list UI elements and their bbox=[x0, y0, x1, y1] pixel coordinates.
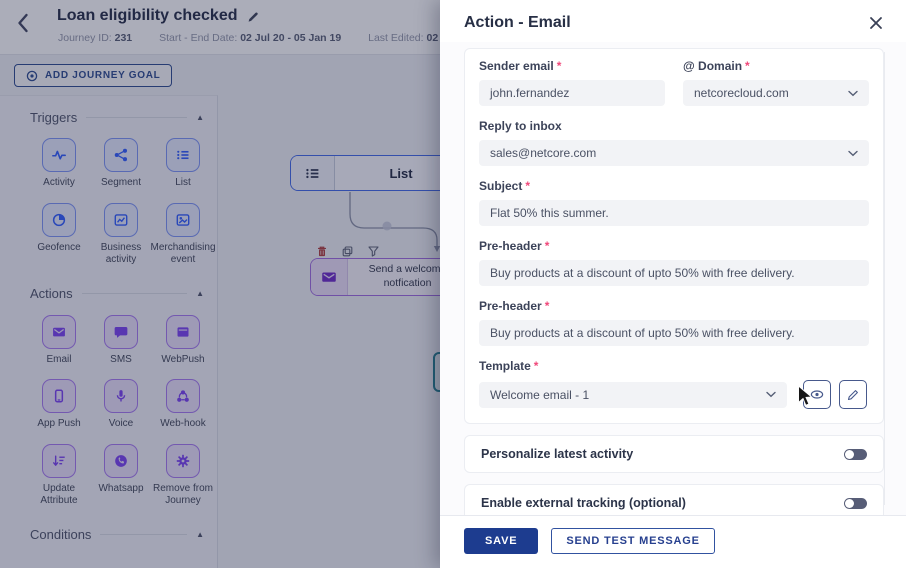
pre-header-field-2: Pre-header * Buy products at a discount o… bbox=[479, 299, 869, 346]
subject-field: Subject * Flat 50% this summer. bbox=[479, 179, 869, 226]
domain-select[interactable]: netcorecloud.com bbox=[683, 80, 869, 106]
chevron-down-icon bbox=[848, 90, 858, 97]
close-icon[interactable] bbox=[869, 16, 883, 30]
personalize-activity-label: Personalize latest activity bbox=[481, 447, 634, 461]
email-form-card: Sender email * john.fernandez @ Domain * n… bbox=[464, 48, 884, 424]
eye-icon bbox=[810, 390, 824, 399]
template-select[interactable]: Welcome email - 1 bbox=[479, 381, 787, 408]
action-email-panel: Action - Email Sender email * john.fernan… bbox=[440, 0, 906, 568]
panel-title: Action - Email bbox=[464, 14, 571, 31]
overlay-scrim bbox=[0, 0, 440, 568]
panel-header: Action - Email bbox=[440, 0, 906, 42]
external-tracking-toggle[interactable] bbox=[844, 497, 867, 509]
sender-email-label: Sender email bbox=[479, 59, 554, 73]
chevron-down-icon bbox=[848, 150, 858, 157]
pre-header-label: Pre-header bbox=[479, 299, 542, 313]
panel-body: Sender email * john.fernandez @ Domain * n… bbox=[440, 42, 906, 515]
required-mark: * bbox=[544, 239, 550, 253]
required-mark: * bbox=[525, 179, 531, 193]
scrollbar[interactable] bbox=[884, 52, 885, 505]
reply-to-inbox-label: Reply to inbox bbox=[479, 119, 562, 133]
personalize-activity-card: Personalize latest activity bbox=[464, 435, 884, 473]
required-mark: * bbox=[544, 299, 550, 313]
pencil-icon bbox=[847, 389, 858, 400]
template-field: Template * Welcome email - 1 bbox=[479, 359, 869, 409]
pre-header-input-2[interactable]: Buy products at a discount of upto 50% w… bbox=[479, 320, 869, 346]
required-mark: * bbox=[556, 59, 562, 73]
template-label: Template bbox=[479, 359, 531, 373]
journey-builder-screen: Loan eligibility checked Journey ID: 231… bbox=[0, 0, 906, 568]
external-tracking-label: Enable external tracking (optional) bbox=[481, 496, 686, 510]
external-tracking-card: Enable external tracking (optional) bbox=[464, 484, 884, 515]
required-mark: * bbox=[533, 359, 539, 373]
edit-template-button[interactable] bbox=[839, 380, 867, 409]
send-test-message-button[interactable]: SEND TEST MESSAGE bbox=[551, 528, 715, 554]
domain-label: @ Domain bbox=[683, 59, 743, 73]
preview-template-button[interactable] bbox=[803, 380, 831, 409]
domain-field: @ Domain * netcorecloud.com bbox=[683, 59, 869, 106]
sender-email-input[interactable]: john.fernandez bbox=[479, 80, 665, 106]
pre-header-label: Pre-header bbox=[479, 239, 542, 253]
pre-header-field-1: Pre-header * Buy products at a discount o… bbox=[479, 239, 869, 286]
panel-footer: SAVE SEND TEST MESSAGE bbox=[440, 515, 906, 568]
reply-to-inbox-field: Reply to inbox sales@netcore.com bbox=[479, 119, 869, 166]
personalize-activity-toggle[interactable] bbox=[844, 448, 867, 460]
sender-email-field: Sender email * john.fernandez bbox=[479, 59, 665, 106]
subject-input[interactable]: Flat 50% this summer. bbox=[479, 200, 869, 226]
chevron-down-icon bbox=[766, 391, 776, 398]
pre-header-input-1[interactable]: Buy products at a discount of upto 50% w… bbox=[479, 260, 869, 286]
left-region: Loan eligibility checked Journey ID: 231… bbox=[0, 0, 440, 568]
reply-to-inbox-select[interactable]: sales@netcore.com bbox=[479, 140, 869, 166]
required-mark: * bbox=[745, 59, 750, 73]
subject-label: Subject bbox=[479, 179, 523, 193]
save-button[interactable]: SAVE bbox=[464, 528, 539, 554]
